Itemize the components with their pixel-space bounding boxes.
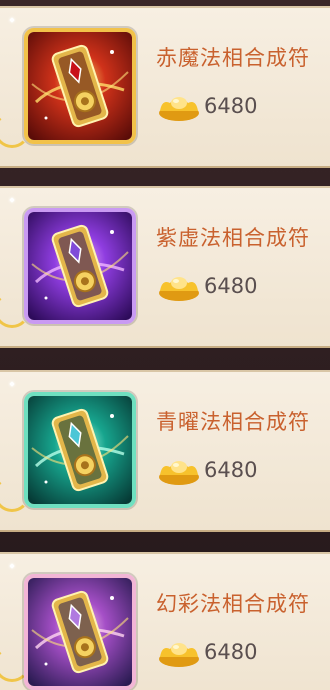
item-price: 6480	[158, 452, 257, 488]
shop-item-card[interactable]: 幻彩法相合成符 6480	[0, 552, 330, 690]
price-value: 6480	[204, 274, 258, 298]
sparkle-icon	[9, 563, 15, 569]
sparkle-icon	[9, 381, 15, 387]
item-name: 青曜法相合成符	[156, 410, 310, 434]
talisman-icon[interactable]	[24, 28, 136, 144]
item-name: 赤魔法相合成符	[156, 46, 310, 70]
item-name: 幻彩法相合成符	[156, 592, 310, 616]
sparkle-icon	[9, 17, 15, 23]
price-value: 6480	[204, 94, 258, 118]
gold-ingot-icon	[159, 97, 199, 121]
shop-item-card[interactable]: 青曜法相合成符 6480	[0, 370, 330, 532]
gold-ingot-icon	[159, 643, 199, 667]
talisman-icon[interactable]	[24, 574, 136, 690]
gold-ingot-icon	[159, 277, 199, 301]
gold-ingot-icon	[159, 461, 199, 485]
item-price: 6480	[158, 634, 257, 670]
talisman-icon[interactable]	[24, 392, 136, 508]
sparkle-icon	[9, 197, 15, 203]
shop-item-card[interactable]: 赤魔法相合成符 6480	[0, 6, 330, 168]
item-price: 6480	[158, 88, 257, 124]
item-name: 紫虚法相合成符	[156, 226, 310, 250]
talisman-icon[interactable]	[24, 208, 136, 324]
shop-item-card[interactable]: 紫虚法相合成符 6480	[0, 186, 330, 348]
shop-item-list: 赤魔法相合成符 6480 紫虚法相合成符 6480 青曜法相合成符 6480 幻…	[0, 0, 330, 690]
item-price: 6480	[158, 268, 257, 304]
price-value: 6480	[204, 458, 258, 482]
price-value: 6480	[204, 640, 258, 664]
